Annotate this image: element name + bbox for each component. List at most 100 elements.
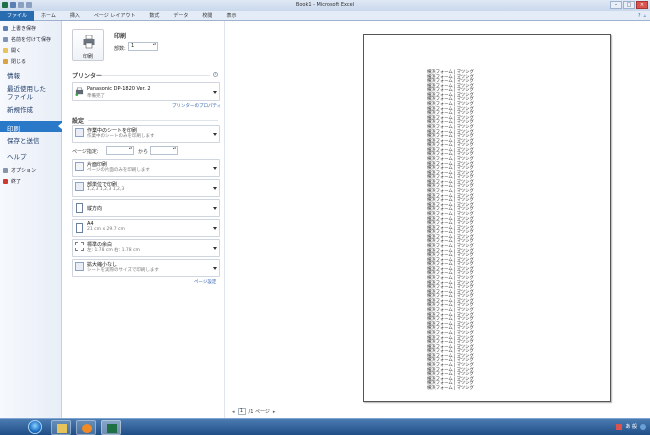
- chevron-down-icon: [213, 91, 217, 94]
- ribbon-tools: ? ▵: [638, 13, 650, 19]
- options-icon: [3, 168, 8, 173]
- print-button-label: 印刷: [82, 54, 93, 60]
- printer-device-icon: [75, 87, 84, 96]
- tab-file[interactable]: ファイル: [0, 10, 35, 21]
- paper-desc: 21 cm x 29.7 cm: [87, 227, 125, 232]
- language-indicator[interactable]: あ 般: [625, 423, 637, 430]
- maximize-button[interactable]: □: [623, 1, 635, 9]
- printer-status: 準備完了: [87, 94, 105, 99]
- nav-info[interactable]: 情報: [7, 72, 20, 80]
- tab-view[interactable]: 表示: [219, 11, 243, 21]
- portrait-icon: [76, 203, 83, 213]
- help-icon[interactable]: ?: [638, 13, 641, 19]
- print-section-title: 印刷: [114, 33, 127, 40]
- info-icon[interactable]: i: [213, 72, 218, 77]
- tab-review[interactable]: 校閲: [195, 11, 219, 21]
- exit-icon: [3, 179, 8, 184]
- copies-label: 部数:: [114, 46, 126, 52]
- collate-desc: 1,2,3 1,2,3 1,2,3: [87, 187, 125, 192]
- page-setup-link[interactable]: ページ設定: [194, 279, 216, 285]
- nav-exit[interactable]: 終了: [3, 178, 21, 185]
- pages-to-label: から: [138, 149, 149, 155]
- tab-formulas[interactable]: 数式: [142, 11, 166, 21]
- taskbar-excel-button[interactable]: [101, 420, 121, 435]
- pages-to-spinner[interactable]: [150, 146, 178, 155]
- nav-print-label: 印刷: [7, 125, 20, 133]
- print-button[interactable]: 印刷: [72, 29, 104, 61]
- nav-close-label: 閉じる: [11, 59, 27, 65]
- chevron-down-icon: [213, 187, 217, 190]
- nav-help[interactable]: ヘルプ: [7, 153, 27, 161]
- window-controls: – □ ×: [610, 1, 648, 9]
- start-button[interactable]: [28, 420, 42, 434]
- nav-save-as[interactable]: 名前を付けて保存: [3, 36, 51, 43]
- ribbon-tabs: ファイル ホーム 挿入 ページ レイアウト 数式 データ 校閲 表示 ? ▵: [0, 10, 650, 21]
- sides-desc: ページの片面のみを印刷します: [87, 168, 150, 173]
- nav-open[interactable]: 開く: [3, 47, 21, 54]
- help-icon[interactable]: [640, 423, 646, 430]
- collate-icon: [75, 182, 84, 191]
- scaling-dropdown[interactable]: 拡大縮小なし シートを実際のサイズで印刷します: [72, 259, 220, 277]
- folder-icon: [3, 48, 8, 53]
- nav-print[interactable]: 印刷: [0, 121, 63, 133]
- folder-icon: [57, 424, 67, 433]
- minimize-ribbon-icon[interactable]: ▵: [643, 13, 646, 19]
- taskbar-explorer-button[interactable]: [51, 420, 71, 435]
- windows-taskbar: あ 般: [0, 418, 650, 435]
- paper-size-dropdown[interactable]: A4 21 cm x 29.7 cm: [72, 219, 220, 237]
- settings-section-title: 設定: [72, 118, 85, 125]
- nav-save-label: 上書き保存: [11, 26, 37, 32]
- sides-dropdown[interactable]: 片面印刷 ページの片面のみを印刷します: [72, 159, 220, 177]
- minimize-button[interactable]: –: [610, 1, 622, 9]
- preview-text-line: 横浜フォーム | マツシグ: [427, 385, 474, 391]
- previous-page-icon[interactable]: ◂: [232, 409, 235, 415]
- chevron-down-icon: [213, 227, 217, 230]
- nav-recent[interactable]: 最近使用した ファイル: [7, 85, 46, 101]
- backstage-nav: 上書き保存 名前を付けて保存 開く 閉じる 情報 最近使用した ファイル 新規作…: [0, 21, 63, 418]
- ime-icon[interactable]: [616, 423, 623, 430]
- tab-insert[interactable]: 挿入: [63, 11, 87, 21]
- nav-save-as-label: 名前を付けて保存: [11, 37, 52, 43]
- preview-text-lines: 横浜フォーム | マツシグ 横浜フォーム | マツシグ 横浜フォーム | マツシグ横…: [427, 70, 474, 391]
- print-what-dropdown[interactable]: 作業中のシートを印刷 作業中のシートのみを印刷します: [72, 125, 220, 143]
- chevron-down-icon: [213, 167, 217, 170]
- tab-data[interactable]: データ: [166, 11, 195, 21]
- tab-page-layout[interactable]: ページ レイアウト: [87, 11, 143, 21]
- current-page-input[interactable]: 1: [237, 408, 246, 415]
- close-file-icon: [3, 59, 8, 64]
- system-tray: あ 般: [616, 423, 646, 430]
- collate-dropdown[interactable]: 部単位で印刷 1,2,3 1,2,3 1,2,3: [72, 179, 220, 197]
- orientation-dropdown[interactable]: 縦方向: [72, 199, 220, 217]
- divider: [88, 120, 218, 121]
- chevron-down-icon: [213, 133, 217, 136]
- nav-save-send[interactable]: 保存と送信: [7, 137, 40, 145]
- nav-save[interactable]: 上書き保存: [3, 25, 36, 32]
- scaling-desc: シートを実際のサイズで印刷します: [87, 268, 159, 273]
- next-page-icon[interactable]: ▸: [273, 409, 276, 415]
- nav-options-label: オプション: [11, 168, 37, 174]
- title-bar: Book1 - Microsoft Excel – □ ×: [0, 0, 650, 11]
- margins-dropdown[interactable]: 標準の余白 左: 1.78 cm 右: 1.78 cm: [72, 239, 220, 257]
- close-button[interactable]: ×: [636, 1, 648, 9]
- save-icon: [3, 26, 8, 31]
- one-sided-icon: [75, 162, 84, 171]
- nav-exit-label: 終了: [11, 179, 22, 185]
- sheet-icon: [75, 128, 84, 137]
- pages-label: ページ指定:: [72, 149, 99, 155]
- nav-open-label: 開く: [11, 48, 22, 54]
- nav-options[interactable]: オプション: [3, 167, 36, 174]
- page-total-label: /1 ページ: [248, 409, 270, 415]
- print-what-desc: 作業中のシートのみを印刷します: [87, 134, 155, 139]
- tab-home[interactable]: ホーム: [34, 11, 63, 21]
- nav-new[interactable]: 新規作成: [7, 106, 33, 114]
- divider: [102, 75, 210, 76]
- excel-icon: [107, 424, 117, 433]
- nav-close[interactable]: 閉じる: [3, 58, 26, 65]
- printer-section-title: プリンター: [72, 73, 103, 80]
- printer-name: Panasonic DP-1820 Ver. 2: [87, 86, 151, 92]
- printer-properties-link[interactable]: プリンターのプロパティ: [172, 103, 221, 109]
- taskbar-media-button[interactable]: [76, 420, 96, 435]
- pages-from-spinner[interactable]: [106, 146, 134, 155]
- copies-spinner[interactable]: 1: [128, 42, 158, 51]
- printer-dropdown[interactable]: Panasonic DP-1820 Ver. 2 準備完了: [72, 82, 220, 101]
